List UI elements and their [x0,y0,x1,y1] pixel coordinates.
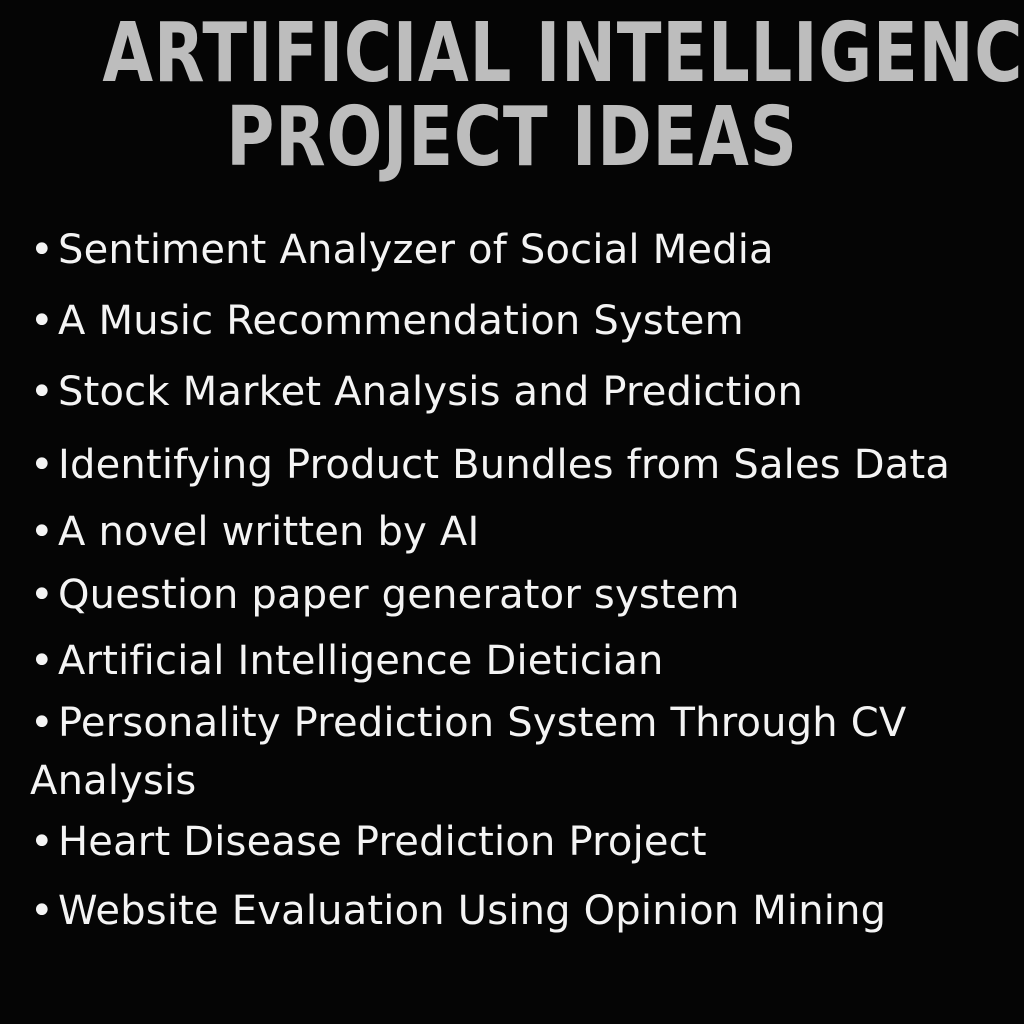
bullet-icon: • [30,298,54,344]
list-item: • A Music Recommendation System [30,292,744,350]
bullet-icon: • [30,819,54,865]
list-item: • A novel written by AI [30,503,479,561]
list-item-text: Stock Market Analysis and Prediction [58,369,804,415]
bullet-icon: • [30,888,54,934]
bullet-icon: • [30,369,54,415]
list-item-text: A Music Recommendation System [58,298,744,344]
list-item-text: Website Evaluation Using Opinion Mining [58,888,887,934]
bullet-icon: • [30,442,54,488]
bullet-icon: • [30,638,54,684]
list-item-text: Personality Prediction System Through CV… [30,700,907,804]
list-item-text: Artificial Intelligence Dietician [58,638,664,684]
list-item-text: Identifying Product Bundles from Sales D… [58,442,951,488]
list-item: • Website Evaluation Using Opinion Mining [30,882,886,940]
list-item: • Question paper generator system [30,566,740,624]
poster: ARTIFICIAL INTELLIGENCE PROJECT IDEAS • S… [0,0,1024,1024]
list-item: • Artificial Intelligence Dietician [30,632,664,690]
list-item: • Stock Market Analysis and Prediction [30,363,803,421]
bullet-icon: • [30,700,54,746]
list-item-text: A novel written by AI [58,509,480,555]
list-item: • Personality Prediction System Through C… [30,694,930,810]
bullet-icon: • [30,572,54,618]
list-item: • Identifying Product Bundles from Sales … [30,436,950,494]
list-item-text: Heart Disease Prediction Project [58,819,707,865]
project-ideas-list: • Sentiment Analyzer of Social Media • A M… [0,0,1024,1024]
bullet-icon: • [30,227,54,273]
bullet-icon: • [30,509,54,555]
list-item: • Sentiment Analyzer of Social Media [30,221,774,279]
list-item-text: Sentiment Analyzer of Social Media [58,227,774,273]
list-item: • Heart Disease Prediction Project [30,813,707,871]
list-item-text: Question paper generator system [58,572,740,618]
